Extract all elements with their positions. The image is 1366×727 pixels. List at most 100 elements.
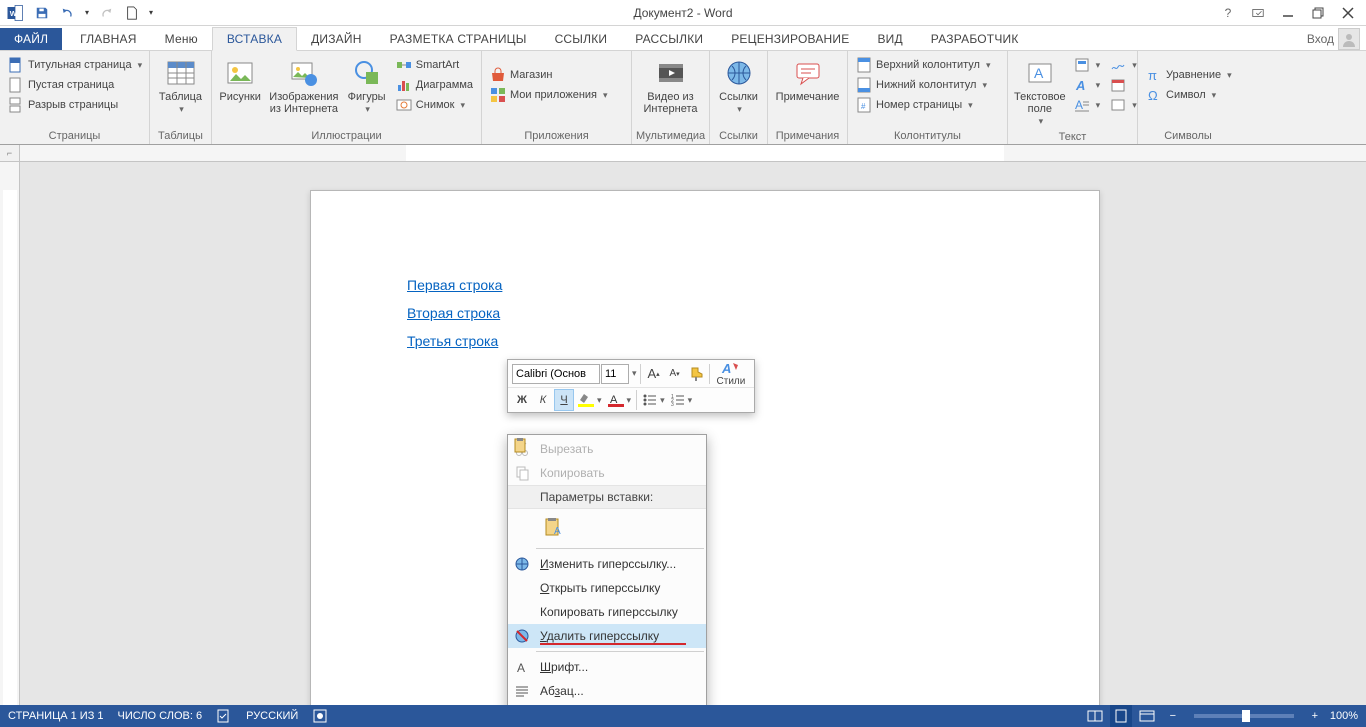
grow-font-button[interactable]: A▴ <box>644 363 664 385</box>
cm-edit-hyperlink[interactable]: Изменить гиперссылку... <box>508 552 706 576</box>
tab-review[interactable]: РЕЦЕНЗИРОВАНИЕ <box>717 28 863 50</box>
highlight-button[interactable]: ▾ <box>575 389 604 411</box>
online-video-icon <box>655 57 687 89</box>
close-button[interactable] <box>1334 0 1362 26</box>
undo-dropdown[interactable]: ▾ <box>82 1 92 25</box>
comment-button[interactable]: Примечание <box>772 55 843 105</box>
wordart-button[interactable]: A▾ <box>1070 75 1105 95</box>
sign-in-button[interactable]: Вход <box>1307 28 1360 50</box>
format-painter-button[interactable] <box>686 363 706 385</box>
tab-view[interactable]: ВИД <box>863 28 916 50</box>
quick-parts-button[interactable]: ▾ <box>1070 55 1105 75</box>
online-video-button[interactable]: Видео из Интернета <box>636 55 705 117</box>
italic-button[interactable]: К <box>533 389 553 411</box>
footer-button[interactable]: Нижний колонтитул▾ <box>852 75 1003 95</box>
status-page[interactable]: СТРАНИЦА 1 ИЗ 1 <box>8 710 104 722</box>
font-color-button[interactable]: A▾ <box>605 389 634 411</box>
bullets-button[interactable]: ▾ <box>640 389 667 411</box>
object-button[interactable]: ▾ <box>1106 95 1141 115</box>
zoom-slider[interactable] <box>1194 714 1294 718</box>
zoom-out-button[interactable]: − <box>1162 705 1184 727</box>
font-size-combo[interactable] <box>601 364 629 384</box>
cover-page-button[interactable]: Титульная страница▾ <box>4 55 145 75</box>
signature-line-button[interactable]: ▾ <box>1106 55 1141 75</box>
cm-copy-hyperlink[interactable]: Копировать гиперссылку <box>508 600 706 624</box>
underline-button[interactable]: Ч <box>554 389 574 411</box>
status-macro[interactable] <box>312 708 328 724</box>
annotation-highlight <box>540 643 686 645</box>
document-area[interactable]: Первая строка Вторая строка Третья строк… <box>20 162 1366 705</box>
group-links-label: Ссылки <box>714 128 763 142</box>
help-button[interactable]: ? <box>1214 0 1242 26</box>
view-print-layout-button[interactable] <box>1110 705 1132 727</box>
cm-open-hyperlink[interactable]: Открыть гиперссылку <box>508 576 706 600</box>
tab-file[interactable]: ФАЙЛ <box>0 28 62 50</box>
pictures-button[interactable]: Рисунки <box>216 55 264 105</box>
view-read-mode-button[interactable] <box>1084 705 1106 727</box>
font-size-dropdown[interactable]: ▾ <box>632 368 637 379</box>
cm-cut[interactable]: Вырезать <box>508 437 706 461</box>
tab-design[interactable]: ДИЗАЙН <box>297 28 376 50</box>
numbering-button[interactable]: 123▾ <box>668 389 695 411</box>
tab-page-layout[interactable]: РАЗМЕТКА СТРАНИЦЫ <box>376 28 541 50</box>
status-spellcheck[interactable] <box>216 708 232 724</box>
zoom-level[interactable]: 100% <box>1330 710 1358 722</box>
online-pictures-button[interactable]: Изображения из Интернета <box>266 55 341 117</box>
status-language[interactable]: РУССКИЙ <box>246 710 298 722</box>
view-web-layout-button[interactable] <box>1136 705 1158 727</box>
zoom-in-button[interactable]: + <box>1304 705 1326 727</box>
equation-button[interactable]: πУравнение▾ <box>1142 65 1236 85</box>
tab-menu[interactable]: Меню <box>151 28 212 50</box>
svg-text:π: π <box>1148 68 1157 83</box>
cm-paragraph[interactable]: Абзац... <box>508 679 706 703</box>
symbol-button[interactable]: ΩСимвол▾ <box>1142 85 1236 105</box>
group-symbols: πУравнение▾ ΩСимвол▾ Символы <box>1138 51 1238 144</box>
screenshot-button[interactable]: Снимок▾ <box>392 95 477 115</box>
horizontal-ruler[interactable] <box>20 145 1366 162</box>
hyperlink-line-3[interactable]: Третья строка <box>407 333 1003 349</box>
new-document-button[interactable] <box>120 1 144 25</box>
hyperlink-line-2[interactable]: Вторая строка <box>407 305 1003 321</box>
text-box-button[interactable]: A Текстовое поле▾ <box>1012 55 1068 129</box>
minimize-button[interactable] <box>1274 0 1302 26</box>
save-button[interactable] <box>30 1 54 25</box>
date-time-button[interactable] <box>1106 75 1141 95</box>
cm-remove-hyperlink[interactable]: Удалить гиперссылку <box>508 624 706 648</box>
page-break-button[interactable]: Разрыв страницы <box>4 95 145 115</box>
table-button[interactable]: Таблица▾ <box>154 55 207 117</box>
smartart-button[interactable]: SmartArt <box>392 55 477 75</box>
cm-copy[interactable]: Копировать <box>508 461 706 485</box>
cm-font[interactable]: AШрифт... <box>508 655 706 679</box>
qat-customize-dropdown[interactable]: ▾ <box>146 1 156 25</box>
tab-developer[interactable]: РАЗРАБОТЧИК <box>917 28 1033 50</box>
undo-button[interactable] <box>56 1 80 25</box>
shapes-button[interactable]: Фигуры▾ <box>343 55 389 117</box>
tab-insert[interactable]: ВСТАВКА <box>212 27 297 51</box>
drop-cap-button[interactable]: A▾ <box>1070 95 1105 115</box>
hyperlink-line-1[interactable]: Первая строка <box>407 277 1003 293</box>
paste-icon <box>512 437 528 456</box>
chart-button[interactable]: Диаграмма <box>392 75 477 95</box>
redo-button[interactable] <box>94 1 118 25</box>
bold-button[interactable]: Ж <box>512 389 532 411</box>
ribbon-display-options-button[interactable] <box>1244 0 1272 26</box>
vertical-ruler[interactable] <box>0 162 20 705</box>
status-word-count[interactable]: ЧИСЛО СЛОВ: 6 <box>118 710 203 722</box>
tab-mailings[interactable]: РАССЫЛКИ <box>621 28 717 50</box>
font-name-combo[interactable] <box>512 364 600 384</box>
blank-page-button[interactable]: Пустая страница <box>4 75 145 95</box>
paste-keep-formatting-button[interactable]: A <box>540 513 568 541</box>
group-tables: Таблица▾ Таблицы <box>150 51 212 144</box>
tab-home[interactable]: ГЛАВНАЯ <box>66 28 150 50</box>
zoom-slider-thumb[interactable] <box>1242 710 1250 722</box>
tab-references[interactable]: ССЫЛКИ <box>541 28 622 50</box>
header-button[interactable]: Верхний колонтитул▾ <box>852 55 1003 75</box>
restore-button[interactable] <box>1304 0 1332 26</box>
my-apps-button[interactable]: Мои приложения▾ <box>486 85 612 105</box>
screenshot-icon <box>396 97 412 113</box>
store-button[interactable]: Магазин <box>486 65 612 85</box>
shrink-font-button[interactable]: A▾ <box>665 363 685 385</box>
styles-button[interactable]: A Стили <box>713 358 750 389</box>
page-number-button[interactable]: #Номер страницы▾ <box>852 95 1003 115</box>
hyperlinks-button[interactable]: Ссылки▾ <box>714 55 763 117</box>
